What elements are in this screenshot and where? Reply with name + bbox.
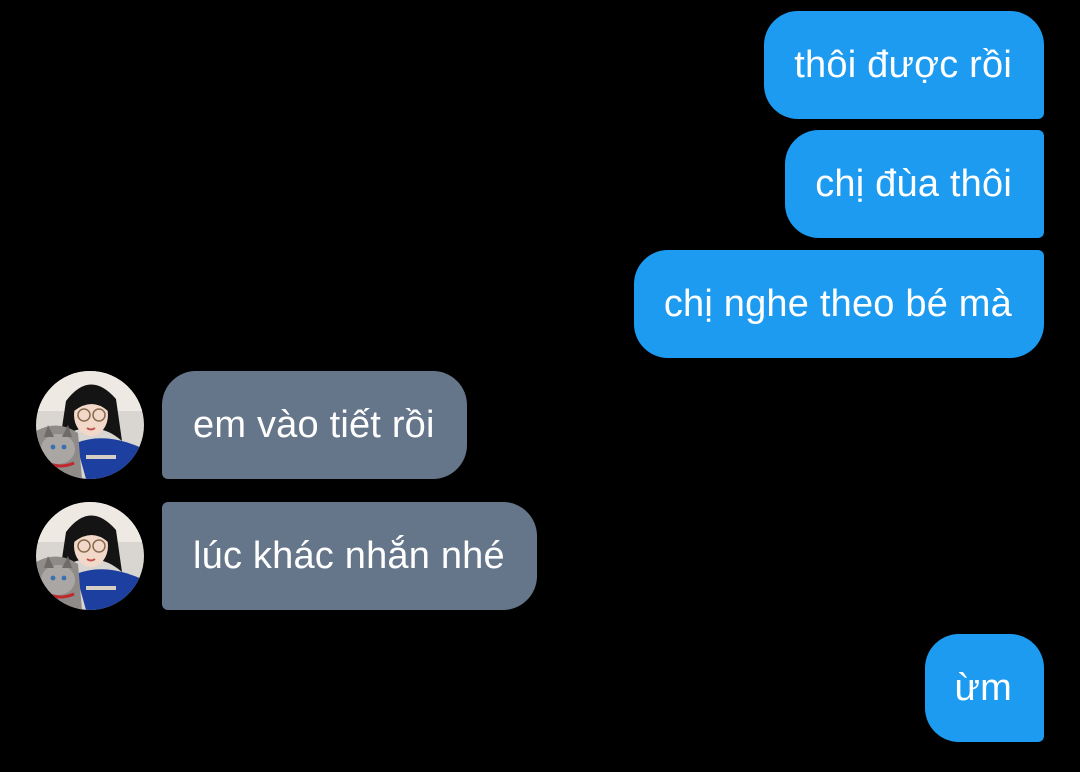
chat-thread: thôi được rồi chị đùa thôi chị nghe theo…	[0, 0, 1080, 772]
contact-avatar[interactable]	[36, 371, 144, 479]
message-text: thôi được rồi	[794, 43, 1012, 86]
received-message-bubble[interactable]: em vào tiết rồi	[162, 371, 467, 479]
message-text: ừm	[954, 666, 1012, 709]
sent-message-bubble[interactable]: thôi được rồi	[764, 11, 1044, 119]
message-text: em vào tiết rồi	[193, 403, 435, 446]
avatar-photo-icon	[36, 502, 144, 610]
sent-message-bubble[interactable]: ừm	[924, 634, 1044, 742]
contact-avatar[interactable]	[36, 502, 144, 610]
message-text: chị đùa thôi	[815, 162, 1012, 205]
sent-message-bubble[interactable]: chị đùa thôi	[785, 130, 1044, 238]
message-text: lúc khác nhắn nhé	[193, 534, 505, 577]
received-message-bubble[interactable]: lúc khác nhắn nhé	[162, 502, 537, 610]
avatar-photo-icon	[36, 371, 144, 479]
sent-message-bubble[interactable]: chị nghe theo bé mà	[633, 250, 1044, 358]
message-text: chị nghe theo bé mà	[663, 282, 1012, 325]
